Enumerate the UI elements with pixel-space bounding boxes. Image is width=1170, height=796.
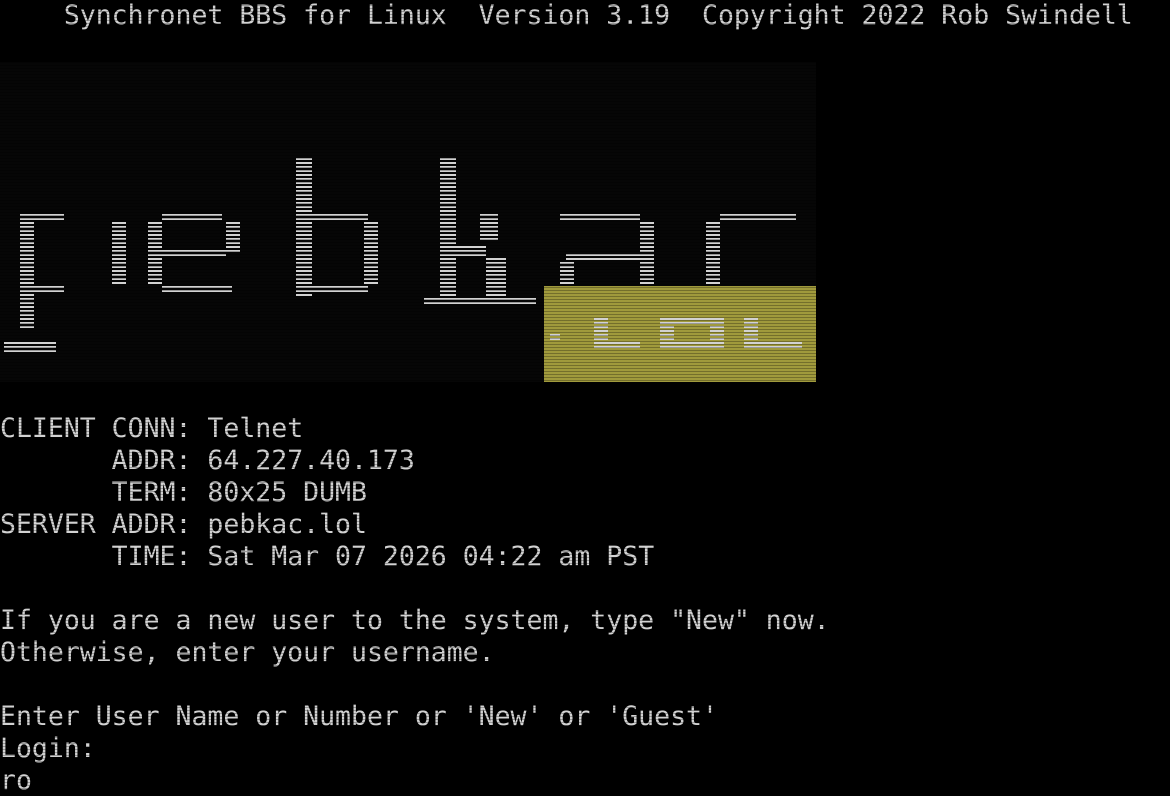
addr-value: 64.227.40.173	[207, 445, 415, 476]
new-user-prompt: If you are a new user to the system, typ…	[0, 605, 830, 636]
enter-user-prompt: Enter User Name or Number or 'New' or 'G…	[0, 701, 718, 732]
server-addr-row: SERVER ADDR: pebkac.lol	[0, 509, 367, 541]
login-input[interactable]: ro	[0, 765, 32, 796]
lol-tld-badge	[544, 286, 816, 382]
client-conn-row: CLIENT CONN: Telnet	[0, 413, 303, 445]
server-addr-label: SERVER ADDR:	[0, 509, 192, 540]
time-label: TIME:	[0, 541, 192, 572]
terminal-screen[interactable]: Synchronet BBS for Linux Version 3.19 Co…	[0, 0, 1170, 796]
client-conn-value: Telnet	[207, 413, 304, 444]
login-label: Login:	[0, 733, 96, 764]
time-row: TIME: Sat Mar 07 2026 04:22 am PST	[0, 541, 654, 573]
username-prompt: Otherwise, enter your username.	[0, 637, 495, 668]
term-label: TERM:	[0, 477, 192, 508]
server-addr-value: pebkac.lol	[207, 509, 367, 540]
term-value: 80x25 DUMB	[207, 477, 367, 508]
time-value: Sat Mar 07 2026 04:22 am PST	[207, 541, 655, 572]
addr-label: ADDR:	[0, 445, 192, 476]
addr-row: ADDR: 64.227.40.173	[0, 445, 415, 477]
client-conn-label: CLIENT CONN:	[0, 413, 192, 444]
term-row: TERM: 80x25 DUMB	[0, 477, 367, 509]
header-title: Synchronet BBS for Linux Version 3.19 Co…	[0, 0, 1133, 31]
login-input-text: ro	[0, 765, 32, 796]
